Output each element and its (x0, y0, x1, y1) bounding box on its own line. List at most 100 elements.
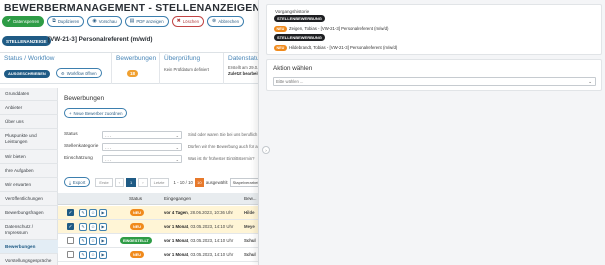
cancel-icon: ⊗ (212, 18, 217, 24)
action-heading: Aktion wählen (273, 65, 313, 72)
status-badge: NEU (130, 209, 145, 216)
edit-icon[interactable]: ✎ (79, 236, 87, 245)
row-checkbox[interactable] (67, 251, 74, 258)
page-range: 1 - 10 / 10 (173, 179, 193, 185)
pdf-icon: ▤ (129, 18, 135, 24)
assign-applicants-button[interactable]: + Neue Bewerber zuordnen (64, 108, 128, 118)
chevron-right-icon[interactable]: › (262, 146, 270, 154)
filter-select-category[interactable]: - - - ⌄ (102, 143, 182, 151)
duplicate-button[interactable]: ⧉ Duplizieren (47, 16, 85, 27)
preview-button[interactable]: ◉ Vorschau (87, 16, 122, 27)
column-header-applicant[interactable]: Bew... (244, 196, 257, 201)
sidebar-item-ueber-uns[interactable]: Über uns (0, 115, 58, 129)
eye-icon: ◉ (92, 18, 97, 24)
prev-page-button[interactable]: ‹ (114, 177, 125, 187)
data-status-cell: Datenstatus Erstellt am 29.0... Zuletzt … (224, 53, 258, 84)
action-select[interactable]: Bitte wählen ... ⌄ (273, 77, 596, 86)
status-badge: EINGESTELLT (120, 237, 152, 244)
edit-icon[interactable]: ✎ (79, 222, 87, 231)
info-row: Status / Workflow AUSGESCHRIEBEN ⚙ Workfl… (0, 52, 258, 84)
filter-hint-status: Sind oder waren Sie bei uns beruflich tä… (188, 132, 258, 137)
sidebar-item-bewerbungsfragen[interactable]: Bewerbungsfragen (0, 206, 58, 220)
play-icon[interactable]: ▶ (99, 222, 107, 231)
sidebar-item-wir-bieten[interactable]: Wir bieten (0, 150, 58, 164)
status-workflow-heading: Status / Workflow (4, 55, 55, 62)
column-header-received[interactable]: Eingegangen (164, 196, 191, 201)
review-cell: Überprüfung Kein Prüfdatum definiert (160, 53, 224, 84)
history-status-badge: NEU (274, 45, 287, 51)
sidebar-item-grunddaten[interactable]: Grunddaten (0, 88, 58, 101)
sidebar-item-veroeffentlichungen[interactable]: Veröffentlichungen (0, 192, 58, 206)
history-card: Vorgangshistorie STELLENBEWERBUNG NEU Ze… (266, 4, 602, 55)
sidebar-item-vorstellungsgespraeche[interactable]: Vorstellungsgespräche (0, 254, 58, 265)
filter-label-category: Stellenkategorie (64, 144, 99, 149)
filter-hint-assessment: Was ist Ihr frühester Eintrittstermin? (188, 156, 255, 161)
play-icon[interactable]: ▶ (99, 208, 107, 217)
chevron-down-icon: ⌄ (175, 132, 179, 138)
table-row[interactable]: ✓ ✎ ☺ ▶ NEU vor 4 Tagen, 28.06.2023, 10:… (58, 206, 258, 220)
status-badge: NEU (130, 251, 145, 258)
table-row[interactable]: ✎ ☺ ▶ EINGESTELLT vor 1 Monat, 03.05.202… (58, 234, 258, 248)
sidebar-item-datenschutz[interactable]: Datenschutz / Impressum (0, 220, 58, 240)
row-checkbox[interactable]: ✓ (67, 209, 74, 216)
download-icon: ⤓ (69, 179, 71, 185)
chevron-down-icon: ⌄ (588, 78, 592, 84)
row-checkbox[interactable] (67, 237, 74, 244)
open-workflow-button[interactable]: ⚙ Workflow öffnen (56, 68, 102, 78)
check-icon: ✔ (7, 18, 12, 24)
edit-icon[interactable]: ✎ (79, 250, 87, 259)
page-size-select[interactable]: 10 (194, 177, 204, 187)
status-badge: NEU (130, 223, 145, 230)
page-title: BEWERBERMANAGEMENT - STELLENANZEIGEN (4, 2, 261, 14)
pagination-bar: ⤓ Export Erste ‹ 1 › Letzte 1 - 10 / 10 1… (64, 177, 270, 187)
sidebar-item-anbieter[interactable]: Anbieter (0, 101, 58, 115)
action-card: Aktion wählen Bitte wählen ... ⌄ (266, 59, 602, 91)
delete-button[interactable]: ✖ Löschen (171, 16, 205, 27)
applicant-name: Hilde (244, 210, 255, 215)
show-pdf-button[interactable]: ▤ PDF anzeigen (124, 16, 169, 27)
record-type-badge: STELLENANZEIGE (2, 36, 51, 46)
selected-label: ausgewählt (205, 179, 228, 185)
received-date: vor 1 Monat, 03.05.2023, 14:10 Uhr (164, 238, 234, 243)
play-icon[interactable]: ▶ (99, 236, 107, 245)
sidebar-item-ihre-aufgaben[interactable]: Ihre Aufgaben (0, 164, 58, 178)
next-page-button[interactable]: › (138, 177, 148, 187)
person-icon[interactable]: ☺ (89, 208, 97, 217)
last-edited-text: Zuletzt bearbeitet... (228, 71, 258, 76)
delete-icon: ✖ (176, 18, 181, 24)
status-workflow-cell: Status / Workflow AUSGESCHRIEBEN ⚙ Workfl… (0, 53, 112, 84)
sidebar-item-wir-erwarten[interactable]: Wir erwarten (0, 178, 58, 192)
sidebar-item-bewerbungen[interactable]: Bewerbungen (0, 240, 58, 254)
lock-data-button[interactable]: ✔ Datensperren (2, 16, 45, 27)
filter-select-assessment[interactable]: - - - ⌄ (102, 155, 182, 163)
history-entry-text: Zeigen, Tobias - [VW-21-3] Personalrefer… (289, 26, 389, 31)
history-heading: Vorgangshistorie (275, 9, 310, 14)
table-row[interactable]: ✓ ✎ ☺ ▶ NEU vor 1 Monat, 03.05.2023, 14:… (58, 220, 258, 234)
toolbar: ✔ Datensperren ⧉ Duplizieren ◉ Vorschau ▤ PD… (2, 16, 245, 27)
received-date: vor 4 Tagen, 28.06.2023, 10:36 Uhr (164, 210, 233, 215)
edit-icon[interactable]: ✎ (79, 208, 87, 217)
export-button[interactable]: ⤓ Export (64, 177, 91, 187)
column-header-status[interactable]: Status (129, 196, 142, 201)
person-icon[interactable]: ☺ (89, 250, 97, 259)
cancel-button[interactable]: ⊗ Abbrechen (207, 16, 245, 27)
filter-label-assessment: Einschätzung (64, 156, 93, 161)
filter-hint-category: Dürfen wir Ihre Bewerbung auch für ander… (188, 144, 258, 149)
sidebar-item-pluspunkte[interactable]: Pluspunkte und Leistungen (0, 129, 58, 150)
row-checkbox[interactable]: ✓ (67, 223, 74, 230)
last-page-button[interactable]: Letzte (149, 177, 169, 187)
applications-heading: Bewerbungen (116, 55, 157, 62)
record-title: [VW-21-3] Personalreferent (m/w/d) (48, 36, 153, 43)
table-row[interactable]: ✎ ☺ ▶ NEU vor 1 Monat, 03.05.2023, 14:10… (58, 248, 258, 262)
status-badge: AUSGESCHRIEBEN (4, 69, 50, 78)
filter-select-status[interactable]: - - - ⌄ (102, 131, 182, 139)
history-type-badge: STELLENBEWERBUNG (274, 15, 325, 22)
first-page-button[interactable]: Erste (95, 177, 113, 187)
play-icon[interactable]: ▶ (99, 250, 107, 259)
received-date: vor 1 Monat, 03.05.2023, 14:10 Uhr (164, 252, 234, 257)
applicant-name: Schul (244, 252, 256, 257)
data-status-heading: Datenstatus (228, 55, 258, 62)
current-page-button[interactable]: 1 (126, 177, 137, 187)
person-icon[interactable]: ☺ (89, 222, 97, 231)
person-icon[interactable]: ☺ (89, 236, 97, 245)
